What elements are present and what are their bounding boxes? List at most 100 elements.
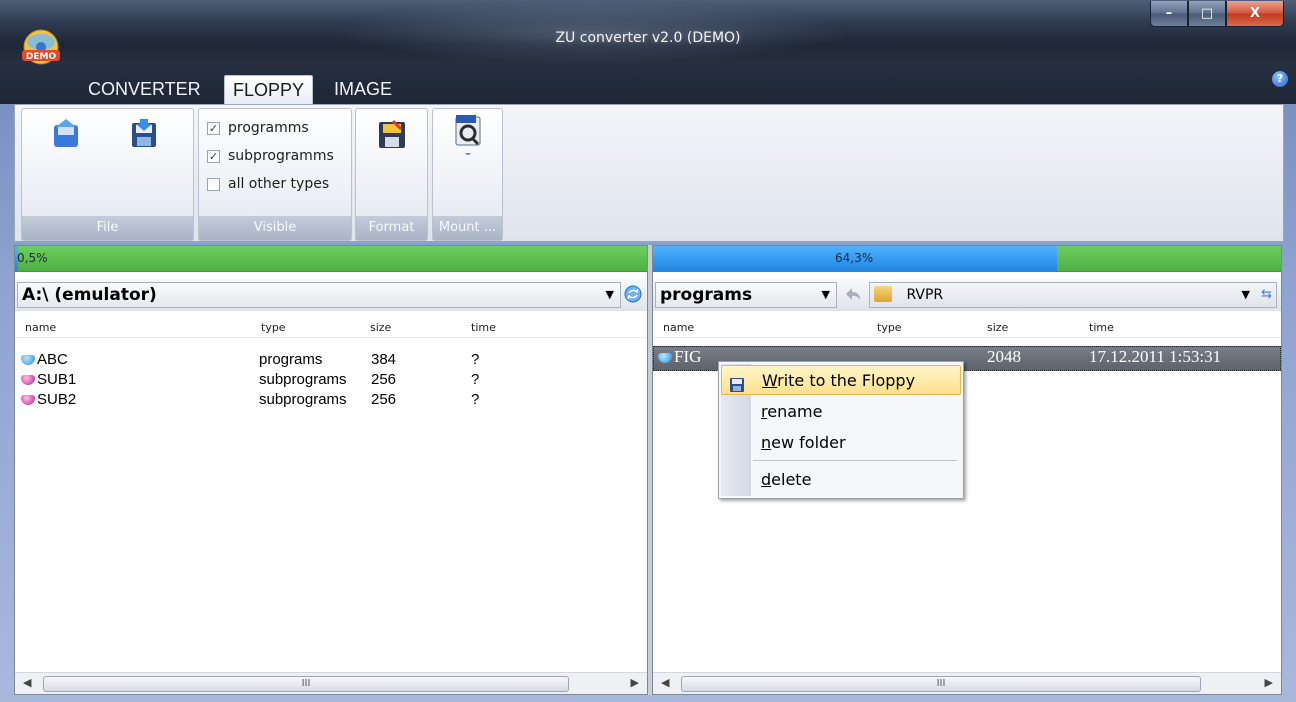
file-time: 17.12.2011 1:53:31	[1089, 347, 1222, 366]
chevron-down-icon: ▼	[1241, 288, 1250, 301]
col-time[interactable]: time	[471, 321, 496, 334]
checkbox-programms-box[interactable]: ✓	[207, 121, 220, 135]
file-name: ABC	[37, 351, 68, 368]
checkbox-programms-label: programms	[228, 120, 309, 136]
file-name: SUB1	[37, 371, 77, 388]
file-name: FIG	[674, 347, 702, 366]
right-path-bar: programs ▼ RVPR ▼ ⇆	[653, 279, 1281, 311]
group-format: Format	[355, 108, 428, 241]
chevron-down-icon: ▼	[605, 288, 614, 301]
col-name[interactable]: name	[663, 321, 694, 334]
format-button[interactable]	[374, 117, 410, 153]
checkbox-all-other-types-box[interactable]	[207, 177, 220, 191]
image-magnifier-icon	[455, 115, 481, 156]
drive-select[interactable]: A:\ (emulator) ▼	[17, 282, 621, 308]
tab-floppy[interactable]: FLOPPY	[224, 75, 314, 104]
checkbox-subprogramms-box[interactable]: ✓	[207, 149, 220, 163]
group-visible-label: Visible	[199, 216, 351, 240]
checkbox-all-other-types[interactable]: all other types	[207, 173, 329, 195]
drive-select-value: A:\ (emulator)	[22, 285, 157, 305]
file-size: 256	[371, 391, 397, 408]
group-file: File	[21, 108, 194, 241]
context-menu: Write to the Floppy rename new folder de…	[718, 361, 964, 499]
file-time: ?	[471, 371, 480, 388]
group-mount: Mount ...	[432, 108, 503, 241]
minimize-button[interactable]: –	[1150, 1, 1188, 27]
col-type[interactable]: type	[261, 321, 286, 334]
window-controls: – □ X	[1150, 1, 1284, 31]
scroll-thumb[interactable]: III	[43, 676, 569, 692]
back-icon[interactable]	[843, 285, 863, 305]
mount-image-button[interactable]	[450, 113, 486, 156]
floppy-save-icon	[132, 119, 156, 147]
col-size[interactable]: size	[370, 321, 391, 334]
ribbon-tab-bar: CONVERTER FLOPPY IMAGE	[0, 64, 1296, 104]
checkbox-subprogramms-label: subprogramms	[228, 148, 334, 164]
tab-converter[interactable]: CONVERTER	[80, 75, 209, 104]
col-size[interactable]: size	[987, 321, 1008, 334]
program-gem-icon	[658, 353, 672, 363]
group-file-label: File	[22, 216, 193, 240]
file-size: 2048	[987, 347, 1021, 366]
refresh-icon[interactable]	[623, 284, 643, 304]
file-time: ?	[471, 351, 480, 368]
table-row[interactable]: SUB1 subprograms 256 ?	[15, 370, 647, 390]
left-column-header: name type size time	[15, 316, 647, 338]
checkbox-programms[interactable]: ✓ programms	[207, 117, 309, 139]
help-icon[interactable]: ?	[1272, 71, 1288, 87]
menu-item-write-to-floppy[interactable]: Write to the Floppy	[721, 365, 961, 395]
group-format-label: Format	[356, 216, 427, 240]
menu-item-label: elete	[771, 470, 812, 489]
col-time[interactable]: time	[1089, 321, 1114, 334]
menu-accel: n	[761, 433, 772, 452]
menu-accel: d	[761, 470, 772, 489]
program-gem-icon	[21, 355, 35, 365]
swap-panes-icon[interactable]: ⇆	[1261, 283, 1272, 307]
group-visible: ✓ programms ✓ subprogramms all other typ…	[198, 108, 352, 241]
scroll-right-icon[interactable]: ▶	[631, 676, 639, 689]
tab-image[interactable]: IMAGE	[326, 75, 400, 104]
left-horizontal-scrollbar[interactable]: ◀ III ▶	[15, 672, 647, 694]
close-button[interactable]: X	[1226, 1, 1284, 27]
menu-item-label: rite to the Floppy	[777, 371, 916, 390]
open-floppy-button[interactable]	[48, 117, 84, 153]
file-type: subprograms	[259, 371, 347, 388]
save-floppy-button[interactable]	[126, 117, 162, 153]
maximize-button[interactable]: □	[1188, 1, 1226, 27]
table-row[interactable]: SUB2 subprograms 256 ?	[15, 390, 647, 410]
title-bar: ZU converter v2.0 (DEMO)	[0, 0, 1296, 64]
subprogram-gem-icon	[21, 375, 35, 385]
scroll-left-icon[interactable]: ◀	[23, 676, 31, 689]
menu-item-rename[interactable]: rename	[721, 397, 961, 427]
menu-item-label: ew folder	[771, 433, 846, 452]
left-usage-bar: 0,5%	[15, 246, 647, 272]
folder-select[interactable]: RVPR ▼ ⇆	[869, 282, 1277, 308]
app-logo-icon[interactable]: DEMO	[20, 28, 62, 66]
filter-select[interactable]: programs ▼	[655, 282, 837, 308]
file-name: SUB2	[37, 391, 77, 408]
left-path-bar: A:\ (emulator) ▼	[15, 279, 647, 311]
col-name[interactable]: name	[25, 321, 56, 334]
menu-separator	[753, 460, 957, 461]
col-type[interactable]: type	[877, 321, 902, 334]
table-row[interactable]: ABC programs 384 ?	[15, 350, 647, 370]
scroll-left-icon[interactable]: ◀	[661, 676, 669, 689]
right-usage-bar: 64,3%	[653, 246, 1281, 272]
menu-item-new-folder[interactable]: new folder	[721, 428, 961, 458]
scroll-right-icon[interactable]: ▶	[1265, 676, 1273, 689]
file-size: 384	[371, 351, 397, 368]
folder-icon	[874, 286, 892, 302]
window-title: ZU converter v2.0 (DEMO)	[555, 30, 741, 46]
menu-item-delete[interactable]: delete	[721, 465, 961, 495]
file-type: programs	[259, 351, 323, 368]
ribbon-panel: File ✓ programms ✓ subprogramms all othe…	[14, 104, 1284, 242]
right-usage-text: 64,3%	[835, 251, 874, 265]
checkbox-subprogramms[interactable]: ✓ subprogramms	[207, 145, 334, 167]
floppy-open-icon	[54, 119, 78, 147]
scroll-thumb[interactable]: III	[681, 676, 1201, 692]
checkbox-all-other-types-label: all other types	[228, 176, 330, 192]
file-time: ?	[471, 391, 480, 408]
right-column-header: name type size time	[653, 316, 1281, 338]
right-horizontal-scrollbar[interactable]: ◀ III ▶	[653, 672, 1281, 694]
file-type: subprograms	[259, 391, 347, 408]
